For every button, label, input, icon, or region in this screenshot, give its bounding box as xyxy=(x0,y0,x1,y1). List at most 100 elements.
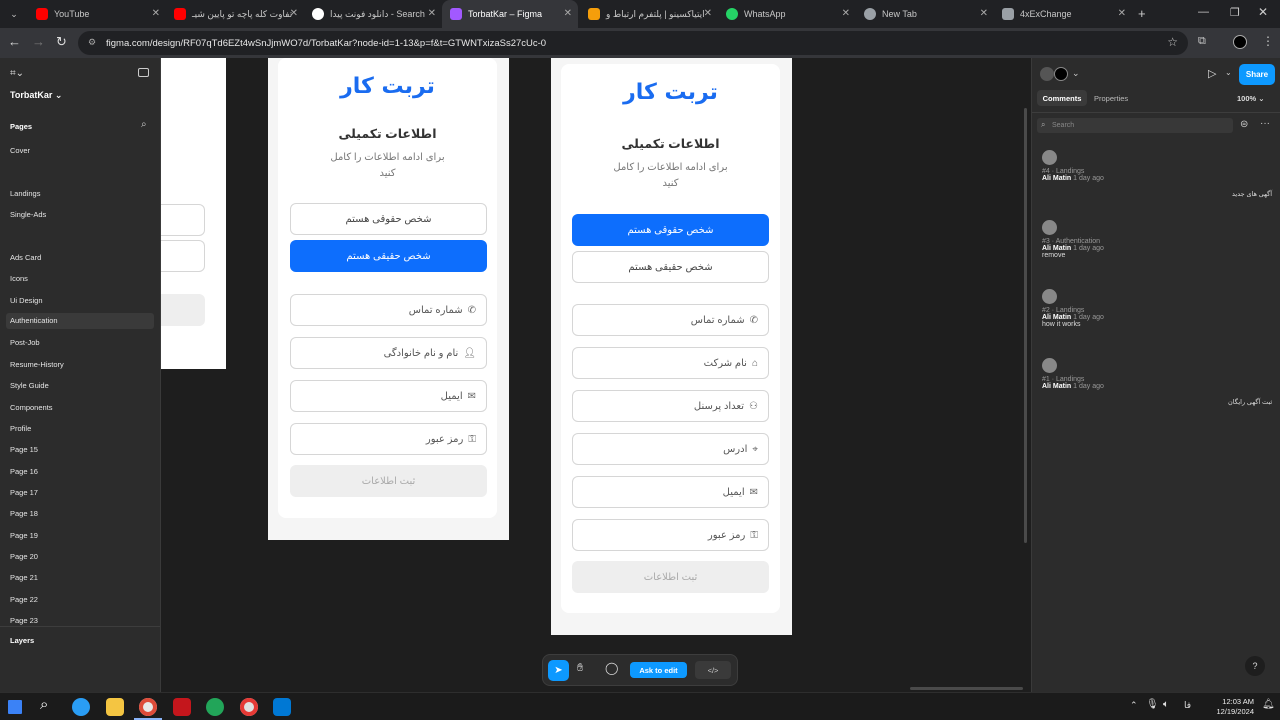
page-item-post-job[interactable]: Post-Job xyxy=(10,338,40,347)
close-icon[interactable]: ✕ xyxy=(564,8,572,19)
figma-menu-icon[interactable]: ⌗⌄ xyxy=(10,68,24,79)
forward-button[interactable]: → xyxy=(32,34,45,49)
phone-field[interactable]: شماره تماس ✆ xyxy=(572,304,769,336)
phone-field[interactable]: شماره تماس ✆ xyxy=(290,294,487,326)
close-icon[interactable]: ✕ xyxy=(428,8,436,19)
tab-new-tab[interactable]: New Tab ✕ xyxy=(856,0,994,28)
fullname-field[interactable]: نام و نام خانوادگی 👤︎ xyxy=(290,337,487,369)
page-item-style-guide[interactable]: Style Guide xyxy=(10,381,49,390)
figma-canvas[interactable]: تربت کار اطلاعات تکمیلی برای ادامه اطلاع… xyxy=(161,58,1031,692)
close-icon[interactable]: ✕ xyxy=(290,8,298,19)
staff-count-field[interactable]: تعداد پرسنل ⚇ xyxy=(572,390,769,422)
page-item-page-17[interactable]: Page 17 xyxy=(10,488,38,497)
microphone-icon[interactable]: 🎙︎ xyxy=(1146,699,1159,710)
page-item-page-22[interactable]: Page 22 xyxy=(10,595,38,604)
page-item-ads-card[interactable]: Ads Card xyxy=(10,253,41,262)
file-name[interactable]: TorbatKar ⌄ xyxy=(10,90,62,101)
tab-list-button[interactable]: ⌄ xyxy=(0,0,28,28)
extensions-icon[interactable]: ⧉ xyxy=(1198,35,1206,48)
real-person-button[interactable]: شخص حقیقی هستم xyxy=(572,251,769,283)
comment-item[interactable]: #3 · Authentication Ali Matin 1 day ago … xyxy=(1042,220,1104,259)
hand-tool-icon[interactable]: ✋︎ xyxy=(577,662,583,675)
page-item-ui-design[interactable]: Ui Design xyxy=(10,296,43,305)
vivaldi-icon[interactable] xyxy=(173,698,191,716)
share-button[interactable]: Share xyxy=(1239,64,1275,85)
browser-menu-icon[interactable]: ⋮ xyxy=(1262,34,1274,48)
page-item-page-20[interactable]: Page 20 xyxy=(10,552,38,561)
tab-google-search[interactable]: دانلود فونت پیدا - Search ✕ xyxy=(304,0,442,28)
clock-time[interactable]: 12:03 AM xyxy=(1218,697,1254,706)
close-window-button[interactable]: ✕ xyxy=(1258,5,1268,19)
vscode-icon[interactable] xyxy=(273,698,291,716)
tab-whatsapp[interactable]: WhatsApp ✕ xyxy=(718,0,856,28)
tab-youtube[interactable]: YouTube ✕ xyxy=(28,0,166,28)
comment-item[interactable]: #2 · Landings Ali Matin 1 day ago how it… xyxy=(1042,289,1104,328)
page-item-components[interactable]: Components xyxy=(10,403,53,412)
email-field[interactable]: ایمیل ✉ xyxy=(290,380,487,412)
chrome-icon[interactable] xyxy=(240,698,258,716)
sidebar-toggle-icon[interactable] xyxy=(138,68,149,77)
present-play-icon[interactable]: ▷ xyxy=(1208,67,1216,80)
chevron-down-icon[interactable]: ⌄ xyxy=(1072,68,1080,79)
chevron-up-icon[interactable]: ⌃ xyxy=(1130,700,1138,711)
frame-partial[interactable] xyxy=(161,58,226,369)
submit-button[interactable]: ثبت اطلاعات xyxy=(290,465,487,497)
page-item-resume-history[interactable]: Resume-History xyxy=(10,360,64,369)
chrome-icon[interactable] xyxy=(139,698,157,716)
horizontal-scrollbar[interactable] xyxy=(910,687,1023,690)
tab-itiaxino[interactable]: ایتیاکسینو | پلتفرم ارتباط و ✕ xyxy=(580,0,718,28)
ask-to-edit-button[interactable]: Ask to edit xyxy=(630,662,687,678)
avatar[interactable] xyxy=(1040,67,1054,81)
close-icon[interactable]: ✕ xyxy=(842,8,850,19)
page-item-page-18[interactable]: Page 18 xyxy=(10,509,38,518)
comment-item[interactable]: #1 · Landings Ali Matin 1 day ago xyxy=(1042,358,1104,390)
site-info-icon[interactable]: ⚙ xyxy=(88,37,96,48)
real-person-button[interactable]: شخص حقیقی هستم xyxy=(290,240,487,272)
tab-figma[interactable]: TorbatKar – Figma ✕ xyxy=(442,0,578,28)
close-icon[interactable]: ✕ xyxy=(980,8,988,19)
url-field[interactable]: ⚙ figma.com/design/RF07qTd6EZt4wSnJjmWO7… xyxy=(78,31,1188,55)
back-button[interactable]: ← xyxy=(8,34,21,49)
page-item-single-ads[interactable]: Single-Ads xyxy=(10,210,46,219)
page-item-page-23[interactable]: Page 23 xyxy=(10,616,38,625)
clock-date[interactable]: 12/19/2024 xyxy=(1208,707,1254,716)
password-field[interactable]: رمز عبور ⚿ xyxy=(290,423,487,455)
page-item-profile[interactable]: Profile xyxy=(10,424,31,433)
page-item-page-19[interactable]: Page 19 xyxy=(10,531,38,540)
legal-person-button[interactable]: شخص حقوقی هستم xyxy=(572,214,769,246)
tab-properties[interactable]: Properties xyxy=(1094,94,1128,103)
tab-comments[interactable]: Comments xyxy=(1037,90,1087,106)
notification-bell-icon[interactable]: 🔔︎ xyxy=(1262,699,1275,710)
search-icon[interactable]: ⌕ xyxy=(141,119,147,130)
legal-person-button[interactable]: شخص حقوقی هستم xyxy=(290,203,487,235)
frame-auth-legal-person[interactable]: تربت کار اطلاعات تکمیلی برای ادامه اطلاع… xyxy=(551,58,792,635)
page-item-landings[interactable]: Landings xyxy=(10,189,40,198)
app-icon[interactable] xyxy=(206,698,224,716)
bookmark-star-icon[interactable]: ☆ xyxy=(1167,35,1178,49)
page-item-page-21[interactable]: Page 21 xyxy=(10,573,38,582)
profile-avatar[interactable] xyxy=(1233,35,1247,49)
password-field[interactable]: رمز عبور ⚿ xyxy=(572,519,769,551)
dev-mode-toggle[interactable]: </> xyxy=(695,661,731,679)
page-item-icons[interactable]: Icons xyxy=(10,274,28,283)
tab-youtube-2[interactable]: تفاوت کله پاچه تو پایین شیـ ✕ xyxy=(166,0,304,28)
email-field[interactable]: ایمیل ✉ xyxy=(572,476,769,508)
submit-button[interactable]: ثبت اطلاعات xyxy=(572,561,769,593)
tab-4xexchange[interactable]: 4xExChange ✕ xyxy=(994,0,1132,28)
reload-button[interactable]: ↻ xyxy=(56,34,67,50)
new-tab-button[interactable]: + xyxy=(1138,6,1146,21)
browser-app-icon[interactable] xyxy=(72,698,90,716)
vertical-scrollbar[interactable] xyxy=(1024,108,1027,543)
move-tool-icon[interactable]: ➤ xyxy=(548,660,569,681)
page-item-cover[interactable]: Cover xyxy=(10,146,30,155)
close-icon[interactable]: ✕ xyxy=(152,8,160,19)
close-icon[interactable]: ✕ xyxy=(704,8,712,19)
avatar[interactable] xyxy=(1054,67,1068,81)
zoom-level[interactable]: 100% ⌄ xyxy=(1237,94,1265,103)
address-field[interactable]: ادرس ⌖ xyxy=(572,433,769,465)
comment-item[interactable]: #4 · Landings Ali Matin 1 day ago xyxy=(1042,150,1104,182)
language-indicator[interactable]: فا xyxy=(1184,700,1191,711)
speaker-icon[interactable]: 🔈︎ xyxy=(1163,699,1169,710)
comment-tool-icon[interactable]: ◯ xyxy=(605,661,618,675)
filter-icon[interactable]: ⊜ xyxy=(1240,119,1248,130)
